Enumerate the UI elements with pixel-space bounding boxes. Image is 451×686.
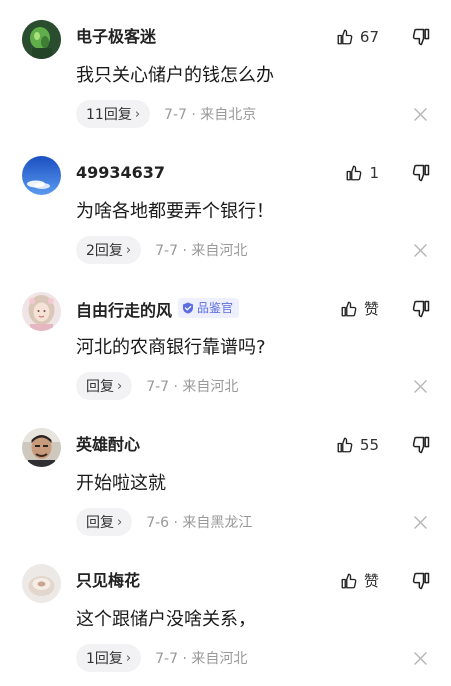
user-avatar[interactable] <box>22 292 61 331</box>
reply-button[interactable]: 回复 › <box>76 508 133 536</box>
thumbs-up-icon <box>347 165 362 181</box>
reply-button[interactable]: 2回复 › <box>76 236 142 264</box>
like-count: 67 <box>359 28 379 46</box>
comment-text: 河北的农商银行靠谱吗? <box>76 337 266 358</box>
like-button[interactable]: 赞 <box>340 298 379 320</box>
comment-item: 自由行走的风 品鉴官 赞 河北的农商银行靠谱吗? 回复 › 7-7 · 来自河北 <box>0 272 451 408</box>
girl-portrait-avatar-icon <box>22 292 61 331</box>
comment-item: 英雄酎心 55 开始啦这就 回复 › 7-6 · 来自黑龙江 <box>0 408 451 544</box>
comment-item: 电子极客迷 67 我只关心储户的钱怎么办 11回复 › 7-7 · 来自北京 <box>0 0 451 136</box>
reply-button[interactable]: 1回复 › <box>76 644 142 672</box>
man-portrait-avatar-icon <box>22 428 61 467</box>
comment-meta-row: 回复 › 7-7 · 来自河北 <box>76 372 238 400</box>
reply-button[interactable]: 回复 › <box>76 372 133 400</box>
chevron-right-icon: › <box>117 514 123 530</box>
user-avatar[interactable] <box>22 20 61 59</box>
bowl-avatar-icon <box>22 564 61 603</box>
thumbs-up-icon <box>337 437 353 453</box>
username[interactable]: 英雄酎心 <box>76 434 140 456</box>
like-count: 赞 <box>363 300 379 318</box>
reply-label: 回复 <box>86 515 114 531</box>
comment-item: 49934637 1 为啥各地都要弄个银行！ 2回复 › 7-7 · 来自河北 <box>0 136 451 272</box>
like-count: 赞 <box>363 572 379 590</box>
username[interactable]: 自由行走的风 品鉴官 <box>76 298 240 322</box>
like-count: 1 <box>369 164 379 182</box>
comment-text: 开始啦这就 <box>76 473 166 494</box>
close-icon[interactable] <box>414 516 427 529</box>
like-button[interactable]: 55 <box>336 434 379 456</box>
comment-meta-row: 1回复 › 7-7 · 来自河北 <box>76 644 247 672</box>
comment-date-location: 7-7 · 来自河北 <box>146 379 239 395</box>
thumbs-up-icon <box>341 573 357 589</box>
comment-text: 我只关心储户的钱怎么办 <box>76 65 274 86</box>
blue-sky-avatar-icon <box>22 156 61 195</box>
username-text: 自由行走的风 <box>76 301 173 320</box>
like-button[interactable]: 赞 <box>340 570 379 592</box>
comment-meta-row: 11回复 › 7-7 · 来自北京 <box>76 100 256 128</box>
chevron-right-icon: › <box>125 242 132 258</box>
username[interactable]: 电子极客迷 <box>76 26 156 48</box>
username[interactable]: 49934637 <box>76 162 165 184</box>
thumbs-down-icon[interactable] <box>411 163 431 183</box>
username[interactable]: 只见梅花 <box>76 570 140 592</box>
comment-meta-row: 2回复 › 7-7 · 来自河北 <box>76 236 247 264</box>
close-icon[interactable] <box>414 652 427 665</box>
thumbs-down-icon[interactable] <box>411 571 431 591</box>
comment-date-location: 7-7 · 来自河北 <box>155 243 248 259</box>
reply-label: 11回复 <box>86 107 132 123</box>
reply-label: 2回复 <box>86 243 123 259</box>
user-badge: 品鉴官 <box>178 298 240 318</box>
verified-shield-icon <box>183 302 194 314</box>
badge-label: 品鉴官 <box>197 301 234 315</box>
thumbs-down-icon[interactable] <box>411 435 431 455</box>
chevron-right-icon: › <box>125 650 132 666</box>
user-avatar[interactable] <box>22 564 61 603</box>
green-figure-avatar-icon <box>22 20 61 59</box>
thumbs-down-icon[interactable] <box>411 299 431 319</box>
comment-meta-row: 回复 › 7-6 · 来自黑龙江 <box>76 508 252 536</box>
reply-button[interactable]: 11回复 › <box>76 100 151 128</box>
comment-text: 这个跟储户没啥关系， <box>76 609 256 630</box>
user-avatar[interactable] <box>22 428 61 467</box>
close-icon[interactable] <box>414 380 427 393</box>
thumbs-down-icon[interactable] <box>411 27 431 47</box>
comment-date-location: 7-7 · 来自北京 <box>164 107 257 123</box>
thumbs-up-icon <box>341 301 357 317</box>
comment-date-location: 7-7 · 来自河北 <box>155 651 248 667</box>
close-icon[interactable] <box>414 108 427 121</box>
comment-item: 只见梅花 赞 这个跟储户没啥关系， 1回复 › 7-7 · 来自河北 <box>0 544 451 680</box>
chevron-right-icon: › <box>134 106 141 122</box>
close-icon[interactable] <box>414 244 427 257</box>
chevron-right-icon: › <box>117 378 123 394</box>
like-count: 55 <box>359 436 379 454</box>
reply-label: 1回复 <box>86 651 123 667</box>
user-avatar[interactable] <box>22 156 61 195</box>
like-button[interactable]: 67 <box>336 26 379 48</box>
like-button[interactable]: 1 <box>345 162 379 184</box>
reply-label: 回复 <box>86 379 114 395</box>
thumbs-up-icon <box>337 29 353 45</box>
comment-date-location: 7-6 · 来自黑龙江 <box>146 515 253 531</box>
comment-text: 为啥各地都要弄个银行！ <box>76 201 274 222</box>
